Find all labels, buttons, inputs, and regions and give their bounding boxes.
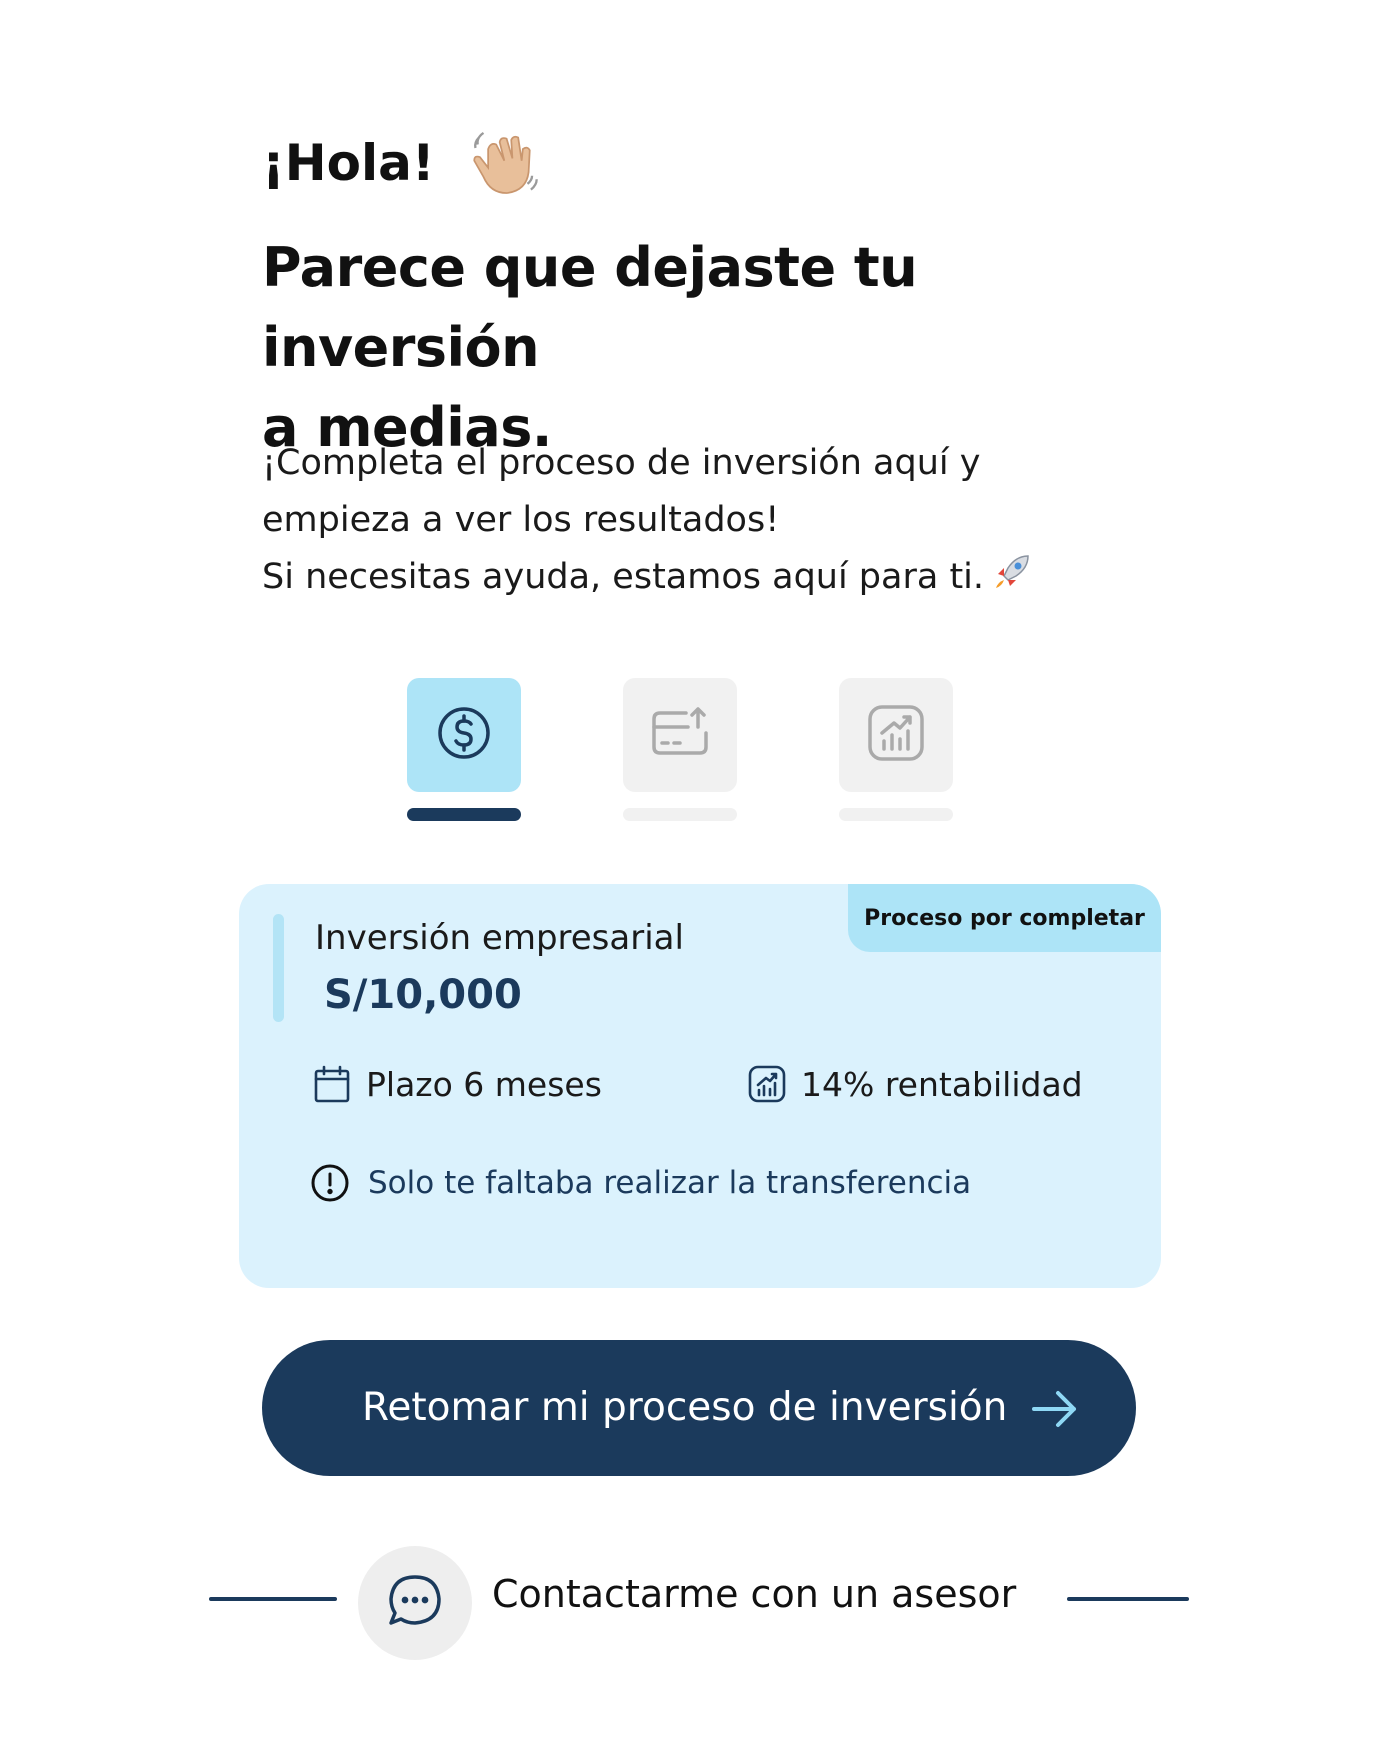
greeting-text: ¡Hola! xyxy=(262,134,435,192)
message-line-3-wrap: Si necesitas ayuda, estamos aquí para ti… xyxy=(262,549,1202,606)
growth-chart-icon xyxy=(864,701,928,769)
waving-hand-icon xyxy=(465,126,539,200)
contact-advisor-link[interactable]: Contactarme con un asesor xyxy=(492,1572,1016,1616)
card-accent-bar xyxy=(273,914,284,1022)
resume-investment-button[interactable]: Retomar mi proceso de inversión xyxy=(262,1340,1136,1476)
rocket-icon xyxy=(990,550,1034,594)
investment-card[interactable]: Proceso por completar Inversión empresar… xyxy=(239,884,1161,1288)
divider-right xyxy=(1067,1597,1189,1601)
message-line-3: Si necesitas ayuda, estamos aquí para ti… xyxy=(262,557,985,597)
pending-note: Solo te faltaba realizar la transferenci… xyxy=(368,1165,972,1201)
contact-advisor-button[interactable] xyxy=(358,1546,472,1660)
alert-circle-icon xyxy=(310,1163,350,1203)
term-text: Plazo 6 meses xyxy=(366,1064,602,1104)
headline: Parece que dejaste tu inversión a medias… xyxy=(262,228,1202,468)
return-text: 14% rentabilidad xyxy=(801,1064,1083,1104)
term-row: Plazo 6 meses xyxy=(312,1064,602,1104)
step-3-progress xyxy=(839,808,953,821)
growth-chart-icon xyxy=(747,1064,787,1104)
arrow-right-icon xyxy=(1030,1384,1080,1434)
status-badge: Proceso por completar xyxy=(848,884,1161,952)
resume-investment-label: Retomar mi proceso de inversión xyxy=(362,1385,1008,1430)
message-line-1: ¡Completa el proceso de inversión aquí y xyxy=(262,443,981,483)
dollar-circle-icon xyxy=(434,703,494,767)
card-transfer-icon xyxy=(648,701,712,769)
investment-amount: S/10,000 xyxy=(324,972,522,1018)
return-row: 14% rentabilidad xyxy=(747,1064,1083,1104)
divider-left xyxy=(209,1597,337,1601)
step-1-progress xyxy=(407,808,521,821)
chat-bubble-icon xyxy=(385,1571,445,1635)
message-line-2: empieza a ver los resultados! xyxy=(262,500,780,540)
greeting: ¡Hola! xyxy=(262,126,539,200)
card-title: Inversión empresarial xyxy=(315,918,684,958)
step-1-tab[interactable] xyxy=(407,678,521,792)
pending-row: Solo te faltaba realizar la transferenci… xyxy=(310,1163,971,1203)
step-2-progress xyxy=(623,808,737,821)
headline-line-1: Parece que dejaste tu inversión xyxy=(262,236,918,379)
message: ¡Completa el proceso de inversión aquí y… xyxy=(262,435,1202,606)
calendar-icon xyxy=(312,1064,352,1104)
step-3-tab[interactable] xyxy=(839,678,953,792)
step-2-tab[interactable] xyxy=(623,678,737,792)
